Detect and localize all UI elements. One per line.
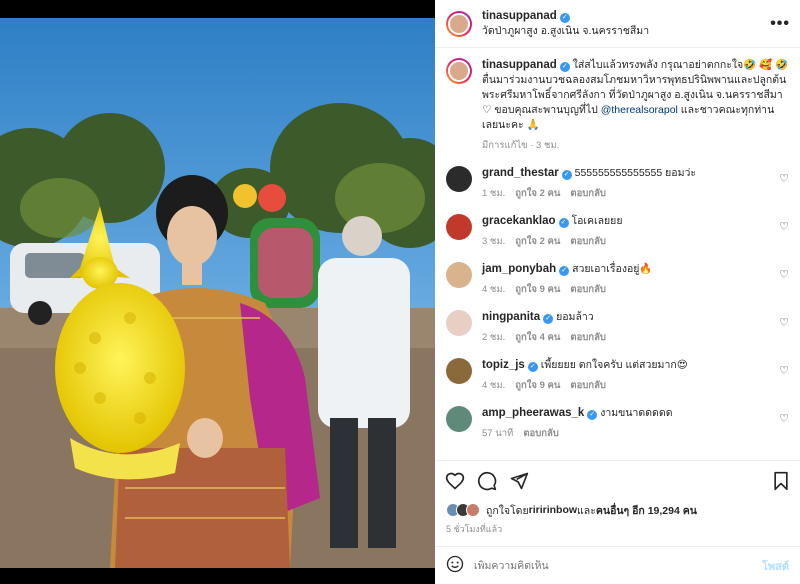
comment-time[interactable]: 57 นาที <box>482 428 513 439</box>
post-modal: tinasuppanad ✓ วัดป่าภูผาสูง อ.สูงเนิน จ.… <box>0 0 800 584</box>
post-timestamp[interactable]: 5 ชั่วโมงที่แล้ว <box>435 520 800 546</box>
like-heart-icon[interactable] <box>445 471 465 491</box>
commenter-username[interactable]: topiz_js <box>482 359 525 371</box>
caption-avatar[interactable] <box>446 58 472 84</box>
comment-like-heart-icon[interactable]: ♡ <box>779 364 789 377</box>
comment-like-heart-icon[interactable]: ♡ <box>779 412 789 425</box>
liker-avatars <box>446 503 480 517</box>
caption-edited-meta: มีการแก้ไข · 3 ชม. <box>482 140 560 151</box>
commenter-username[interactable]: grand_thestar <box>482 167 559 179</box>
post-caption: tinasuppanad ✓ ใส่สไบแล้วทรงพลัง กรุณาอย่… <box>446 58 789 153</box>
post-comment-button[interactable]: โพสต์ <box>762 557 789 575</box>
likes-user-link[interactable]: riririnbow <box>529 504 577 516</box>
comment-text: 555555555555555 ยอมว่ะ <box>574 167 697 179</box>
comment-time[interactable]: 4 ชม. <box>482 380 505 391</box>
commenter-avatar[interactable] <box>446 262 472 288</box>
reply-link[interactable]: ตอบกลับ <box>570 332 606 343</box>
comment-like-count[interactable]: ถูกใจ 2 คน <box>515 236 560 247</box>
comment-like-heart-icon[interactable]: ♡ <box>779 220 789 233</box>
comment-like-heart-icon[interactable]: ♡ <box>779 316 789 329</box>
commenter-username[interactable]: gracekanklao <box>482 215 556 227</box>
verified-badge-icon: ✓ <box>587 410 598 420</box>
commenter-username[interactable]: amp_pheerawas_k <box>482 407 584 419</box>
share-send-icon[interactable] <box>509 471 529 491</box>
commenter-avatar[interactable] <box>446 310 472 336</box>
comment-text: โอเคเลยยย <box>571 215 623 227</box>
reply-link[interactable]: ตอบกลับ <box>570 380 606 391</box>
reply-link[interactable]: ตอบกลับ <box>570 188 606 199</box>
post-header: tinasuppanad ✓ วัดป่าภูผาสูง อ.สูงเนิน จ.… <box>435 0 800 48</box>
reply-link[interactable]: ตอบกลับ <box>570 236 606 247</box>
comment-like-heart-icon[interactable]: ♡ <box>779 172 789 185</box>
comment-row: gracekanklao ✓ โอเคเลยยย 3 ชม. ถูกใจ 2 คน ตอ… <box>446 214 789 249</box>
likes-summary: ถูกใจโดย riririnbow และ คนอื่นๆ อีก 19,29… <box>435 500 800 520</box>
commenter-avatar[interactable] <box>446 358 472 384</box>
caption-mention-link[interactable]: @therealsorapol <box>601 104 678 116</box>
comment-row: topiz_js ✓ เพี้ยยยย ตกใจครับ แต่สวยมาก😍 4 … <box>446 358 789 393</box>
comment-text: สวยเอาเรื่องอยู่🔥 <box>572 263 653 275</box>
author-avatar[interactable] <box>446 10 472 37</box>
comment-like-count[interactable]: ถูกใจ 9 คน <box>515 380 560 391</box>
comment-time[interactable]: 4 ชม. <box>482 284 505 295</box>
verified-badge-icon: ✓ <box>527 362 538 372</box>
reply-link[interactable]: ตอบกลับ <box>570 284 606 295</box>
likes-middle: และ <box>577 504 596 517</box>
caption-username[interactable]: tinasuppanad <box>482 59 557 71</box>
author-username[interactable]: tinasuppanad <box>482 10 557 22</box>
commenter-username[interactable]: ningpanita <box>482 311 540 323</box>
comments-list[interactable]: tinasuppanad ✓ ใส่สไบแล้วทรงพลัง กรุณาอย่… <box>435 48 800 460</box>
comment-row: jam_ponybah ✓ สวยเอาเรื่องอยู่🔥 4 ชม. ถูกใจ… <box>446 262 789 297</box>
post-location[interactable]: วัดป่าภูผาสูง อ.สูงเนิน จ.นครราชสีมา <box>482 24 770 39</box>
verified-badge-icon: ✓ <box>543 314 554 324</box>
verified-badge-icon: ✓ <box>559 62 570 72</box>
likes-others-link[interactable]: คนอื่นๆ อีก 19,294 คน <box>596 502 697 519</box>
verified-badge-icon: ✓ <box>558 218 569 228</box>
verified-badge-icon: ✓ <box>559 266 570 276</box>
comment-time[interactable]: 3 ชม. <box>482 236 505 247</box>
commenter-avatar[interactable] <box>446 214 472 240</box>
commenter-avatar[interactable] <box>446 166 472 192</box>
comment-row: grand_thestar ✓ 555555555555555 ยอมว่ะ 1 ช… <box>446 166 789 201</box>
post-sidebar: tinasuppanad ✓ วัดป่าภูผาสูง อ.สูงเนิน จ.… <box>435 0 800 584</box>
comment-text: เพี้ยยยย ตกใจครับ แต่สวยมาก😍 <box>540 359 688 371</box>
action-bar <box>435 460 800 500</box>
commenter-avatar[interactable] <box>446 406 472 432</box>
comment-like-count[interactable]: ถูกใจ 2 คน <box>515 188 560 199</box>
verified-badge-icon: ✓ <box>561 170 572 180</box>
emoji-icon[interactable] <box>446 555 464 576</box>
post-image <box>0 18 435 568</box>
comment-time[interactable]: 2 ชม. <box>482 332 505 343</box>
comment-composer: โพสต์ <box>435 546 800 584</box>
comment-like-count[interactable]: ถูกใจ 4 คน <box>515 332 560 343</box>
comment-row: amp_pheerawas_k ✓ งามขนาดดดดด 57 นาที ตอบกล… <box>446 406 789 441</box>
comment-like-count[interactable]: ถูกใจ 9 คน <box>515 284 560 295</box>
save-bookmark-icon[interactable] <box>772 471 790 491</box>
reply-link[interactable]: ตอบกลับ <box>523 428 559 439</box>
post-photo[interactable] <box>0 0 435 584</box>
comment-like-heart-icon[interactable]: ♡ <box>779 268 789 281</box>
likes-prefix: ถูกใจโดย <box>486 504 529 517</box>
comment-text: งามขนาดดดดด <box>600 407 673 419</box>
more-options-icon[interactable]: ••• <box>770 15 790 33</box>
comment-bubble-icon[interactable] <box>477 471 497 491</box>
comment-input[interactable] <box>474 559 762 572</box>
comment-text: ยอมล้าว <box>556 311 594 323</box>
comment-time[interactable]: 1 ชม. <box>482 188 505 199</box>
comment-row: ningpanita ✓ ยอมล้าว 2 ชม. ถูกใจ 4 คน ตอบกลั… <box>446 310 789 345</box>
commenter-username[interactable]: jam_ponybah <box>482 263 556 275</box>
verified-badge-icon: ✓ <box>559 12 570 23</box>
